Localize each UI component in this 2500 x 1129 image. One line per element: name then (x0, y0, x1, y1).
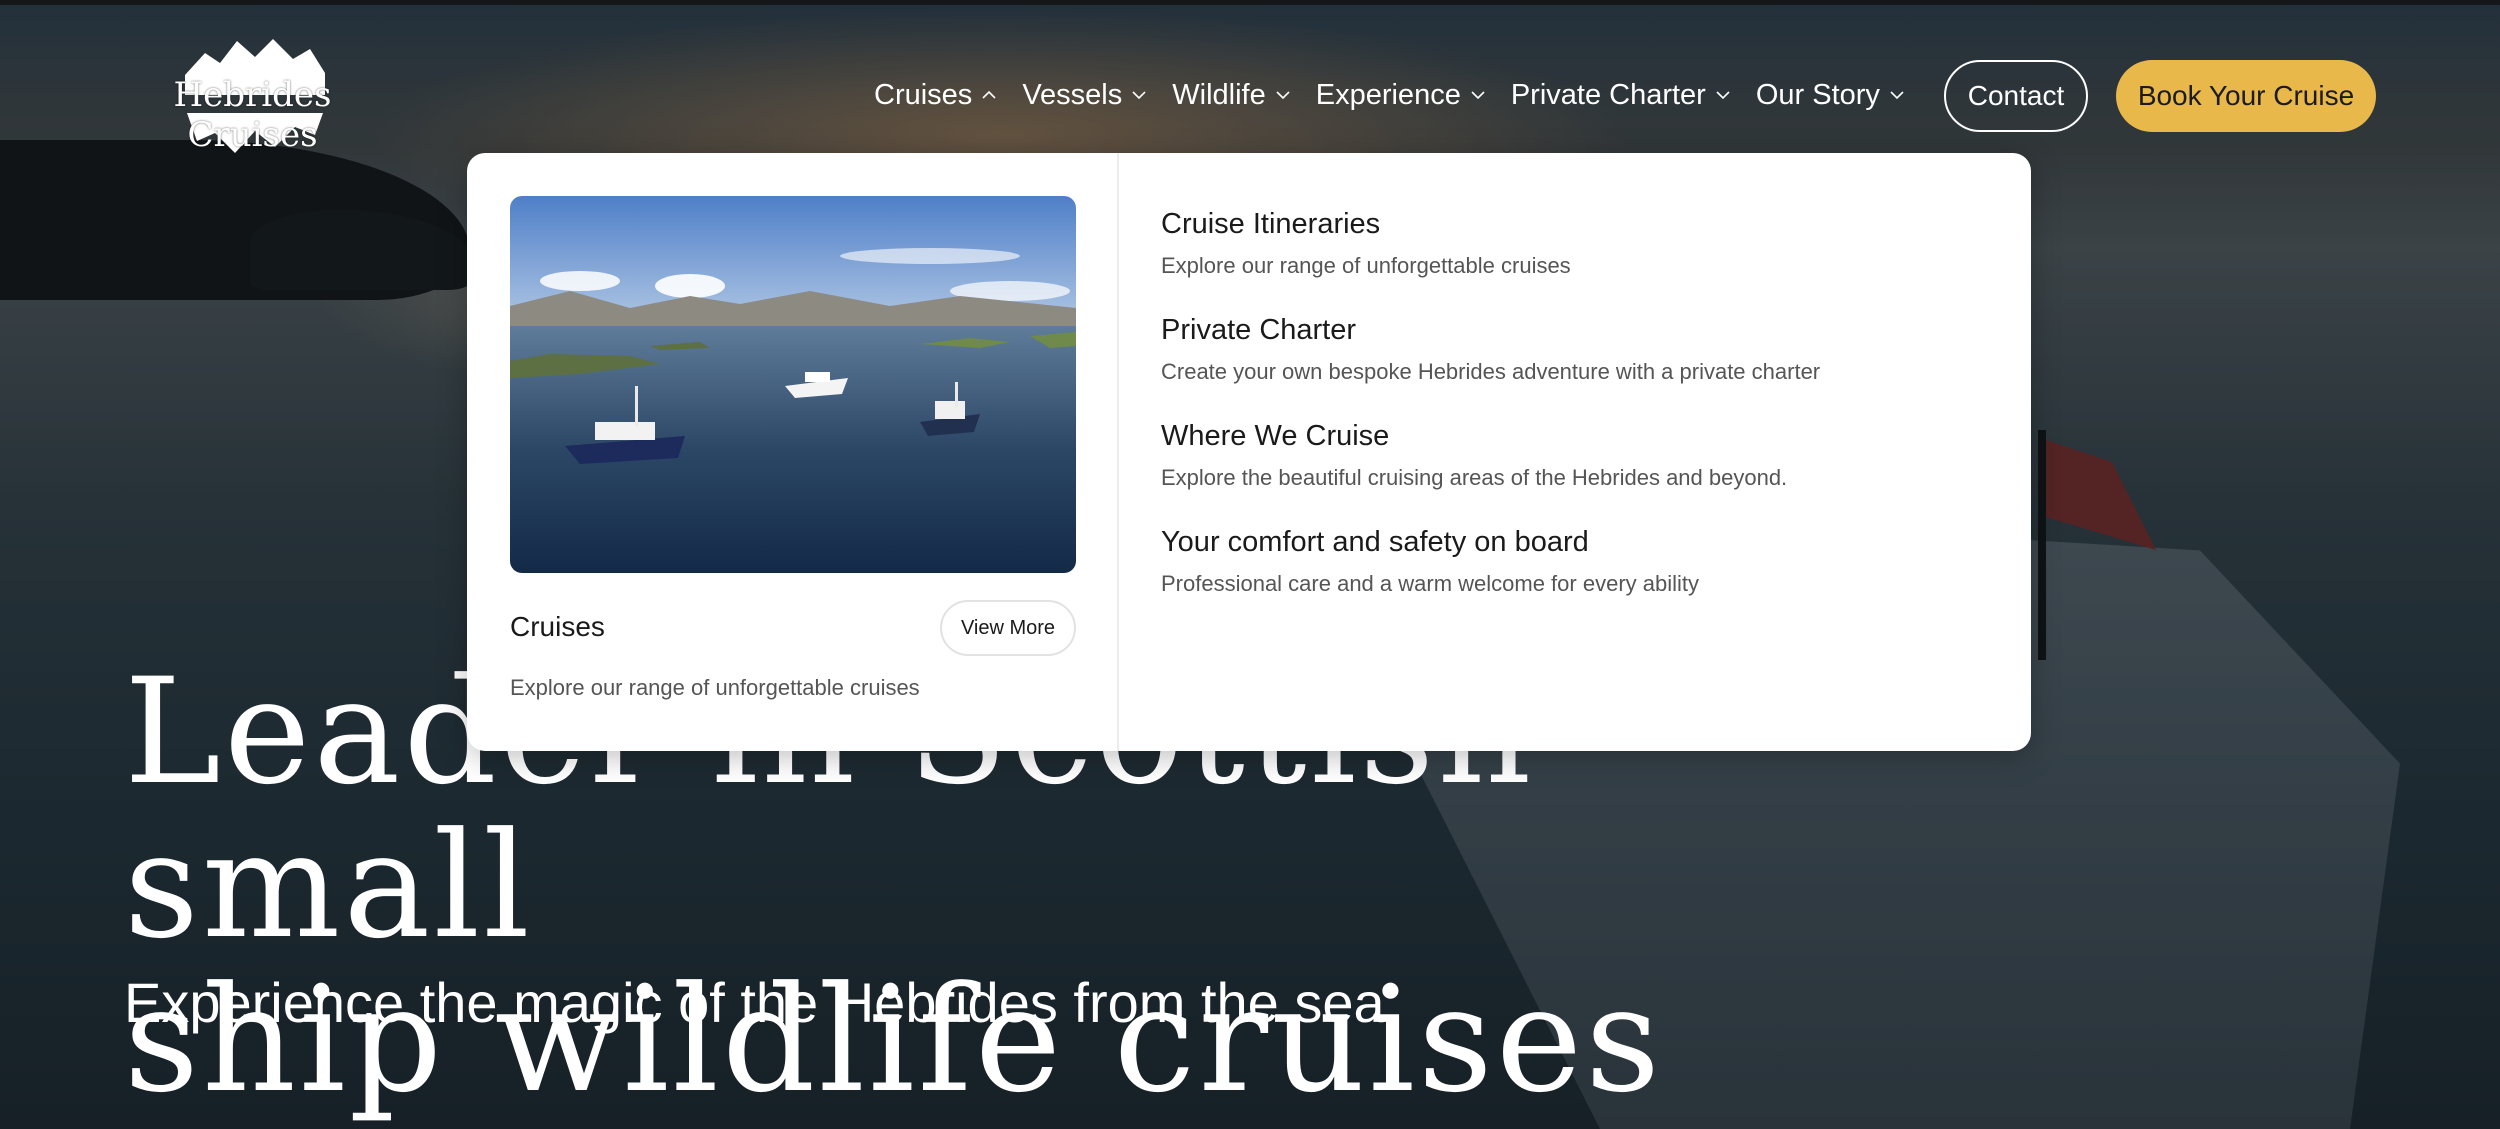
cruises-card-image[interactable] (510, 196, 1076, 573)
dropdown-link-title: Cruise Itineraries (1161, 208, 1381, 240)
dropdown-link-title: Private Charter (1161, 314, 1357, 346)
boats-photo (510, 196, 1076, 573)
nav-item-cruises[interactable]: Cruises (874, 79, 996, 112)
nav-item-vessels[interactable]: Vessels (1022, 79, 1146, 112)
cruises-dropdown-menu: Cruises View More Explore our range of u… (467, 153, 2031, 751)
contact-button[interactable]: Contact (1944, 60, 2088, 132)
nav-item-experience[interactable]: Experience (1316, 79, 1485, 112)
dropdown-link-description: Explore our range of unforgettable cruis… (1161, 253, 1571, 278)
chevron-down-icon (1716, 91, 1730, 100)
dropdown-link-title: Where We Cruise (1161, 420, 1390, 452)
chevron-up-icon (982, 90, 996, 99)
dropdown-link-comfort-safety[interactable]: Your comfort and safety on board Profess… (1161, 526, 1981, 632)
cruises-card-title[interactable]: Cruises (510, 611, 605, 643)
chevron-down-icon (1132, 91, 1146, 100)
nav-item-our-story[interactable]: Our Story (1756, 79, 1904, 112)
dropdown-link-description: Create your own bespoke Hebrides adventu… (1161, 359, 1821, 384)
cruises-card-description: Explore our range of unforgettable cruis… (510, 675, 920, 700)
nav-item-wildlife[interactable]: Wildlife (1172, 78, 1290, 112)
nav-item-label: Experience (1315, 78, 1461, 111)
dropdown-link-title: Your comfort and safety on board (1161, 526, 1589, 558)
nav-item-label: Wildlife (1172, 78, 1266, 111)
dropdown-links: Cruise Itineraries Explore our range of … (1161, 208, 1981, 632)
dropdown-divider (1117, 153, 1119, 751)
chevron-down-icon (1276, 91, 1290, 100)
nav-item-label: Our Story (1755, 78, 1880, 111)
view-more-button[interactable]: View More (940, 600, 1076, 656)
nav-item-label: Vessels (1022, 78, 1123, 111)
main-nav: Cruises Vessels Wildlife Experience Priv… (874, 72, 1930, 118)
dropdown-link-cruise-itineraries[interactable]: Cruise Itineraries Explore our range of … (1161, 208, 1981, 314)
dropdown-link-description: Professional care and a warm welcome for… (1161, 571, 1700, 596)
nav-item-label: Private Charter (1510, 78, 1706, 111)
book-cruise-button[interactable]: Book Your Cruise (2116, 60, 2376, 132)
site-logo[interactable]: Hebrides Cruises (120, 35, 385, 160)
logo-text: Hebrides Cruises (173, 75, 332, 155)
nav-item-private-charter[interactable]: Private Charter (1511, 79, 1730, 112)
hero-subtitle: Experience the magic of the Hebrides fro… (124, 971, 1385, 1034)
dropdown-link-description: Explore the beautiful cruising areas of … (1161, 465, 1788, 490)
nav-item-label: Cruises (874, 78, 973, 111)
chevron-down-icon (1890, 91, 1904, 100)
dropdown-link-where-we-cruise[interactable]: Where We Cruise Explore the beautiful cr… (1161, 420, 1981, 526)
dropdown-link-private-charter[interactable]: Private Charter Create your own bespoke … (1161, 314, 1981, 420)
chevron-down-icon (1471, 91, 1485, 100)
